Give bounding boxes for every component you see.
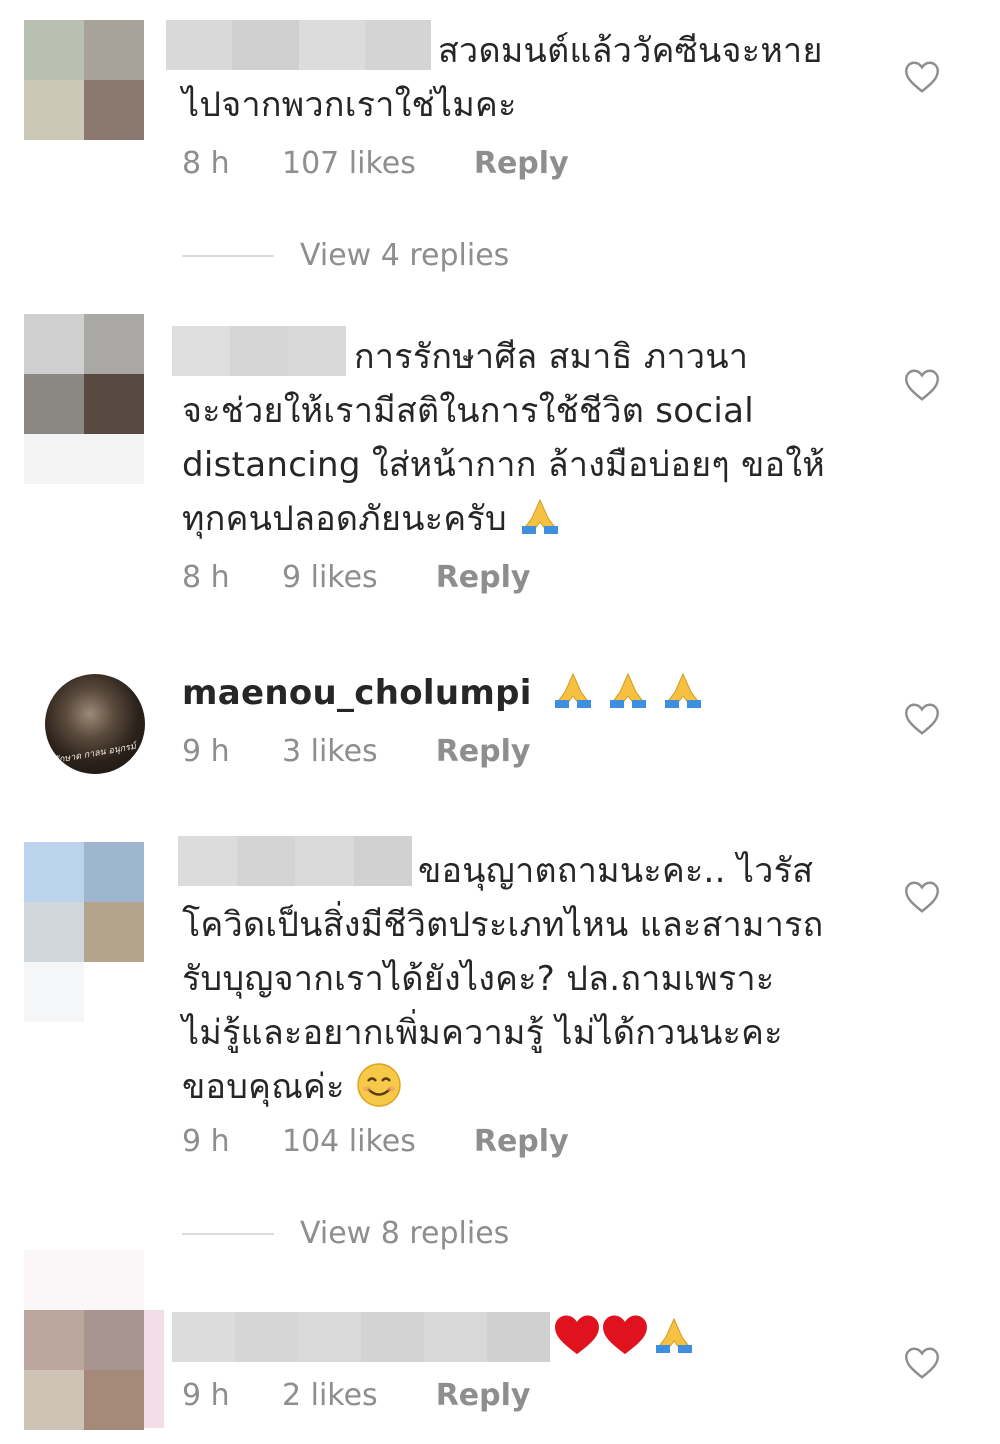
avatar-blurred[interactable]	[24, 1310, 144, 1430]
comment-text: สวดมนต์แล้ววัคซีนจะหาย ไปจากพวกเราใช่ไมค…	[182, 24, 872, 132]
comment-text: การรักษาศีล สมาธิ ภาวนา จะช่วยให้เรามีสต…	[182, 330, 872, 546]
comment-2: การรักษาศีล สมาธิ ภาวนา จะช่วยให้เรามีสต…	[0, 300, 1000, 640]
comment-age: 8 h	[182, 560, 230, 595]
comment-age: 9 h	[182, 734, 230, 769]
likes-count[interactable]: 3 likes	[282, 734, 378, 769]
heart-icon[interactable]	[904, 702, 940, 736]
reply-button[interactable]: Reply	[436, 734, 531, 769]
avatar-blur-fringe	[144, 1310, 164, 1428]
comment-meta: 9 h 3 likes Reply	[182, 734, 530, 769]
avatar[interactable]: รักษาด กาลน อนุกรม์	[45, 674, 145, 774]
smiling-face-emoji	[357, 1063, 401, 1107]
comment-meta: 9 h 2 likes Reply	[182, 1378, 530, 1413]
likes-count[interactable]: 107 likes	[282, 146, 416, 181]
emoji-group	[551, 672, 705, 713]
avatar-caption: รักษาด กาลน อนุกรม์	[53, 741, 137, 767]
comment-meta: 8 h 9 likes Reply	[182, 560, 530, 595]
avatar-blur-fringe	[24, 434, 144, 484]
avatar-blur-fringe	[24, 962, 84, 1022]
view-replies-button[interactable]: View 8 replies	[182, 1216, 509, 1251]
comment-meta: 9 h 104 likes Reply	[182, 1124, 569, 1159]
replies-divider	[182, 1232, 274, 1235]
comment-text-line: การรักษาศีล สมาธิ ภาวนา	[354, 337, 749, 377]
likes-count[interactable]: 2 likes	[282, 1378, 378, 1413]
comment-4: ขอนุญาตถามนะคะ.. ไวรัส โควิดเป็นสิ่งมีชี…	[0, 830, 1000, 1270]
comment-age: 9 h	[182, 1124, 230, 1159]
view-replies-label: View 8 replies	[300, 1216, 510, 1251]
comment-text: maenou_cholumpi	[182, 666, 872, 720]
comment-age: 8 h	[182, 146, 230, 181]
red-heart-emoji	[555, 1315, 599, 1355]
heart-icon[interactable]	[904, 60, 940, 94]
comment-text-line: ไปจากพวกเราใช่ไมคะ	[182, 85, 517, 125]
likes-count[interactable]: 9 likes	[282, 560, 378, 595]
view-replies-button[interactable]: View 4 replies	[182, 238, 509, 273]
comment-meta: 8 h 107 likes Reply	[182, 146, 569, 181]
view-replies-label: View 4 replies	[300, 238, 510, 273]
heart-icon[interactable]	[904, 1346, 940, 1380]
comment-text-line: ทุกคนปลอดภัยนะครับ	[182, 492, 872, 546]
comment-5: 9 h 2 likes Reply	[0, 1250, 1000, 1444]
comment-text-line: รับบุญจากเราได้ยังไงคะ? ปล.ถามเพราะ	[182, 959, 775, 999]
replies-divider	[182, 254, 274, 257]
reply-button[interactable]: Reply	[436, 560, 531, 595]
red-heart-emoji	[603, 1315, 647, 1355]
heart-icon[interactable]	[904, 880, 940, 914]
comment-text-line: โควิดเป็นสิ่งมีชีวิตประเภทไหน และสามารถ	[182, 905, 824, 945]
comment-text: ขอนุญาตถามนะคะ.. ไวรัส โควิดเป็นสิ่งมีชี…	[182, 844, 872, 1114]
username-redacted[interactable]	[172, 1312, 550, 1362]
folded-hands-emoji	[665, 672, 702, 708]
comment-text-line: สวดมนต์แล้ววัคซีนจะหาย	[438, 31, 823, 71]
avatar-blurred[interactable]	[24, 314, 144, 434]
comment-text-line: distancing ใส่หน้ากาก ล้างมือบ่อยๆ ขอให้	[182, 445, 825, 485]
comment-text-line: จะช่วยให้เรามีสติในการใช้ชีวิต social	[182, 391, 754, 431]
folded-hands-emoji	[521, 498, 558, 534]
username[interactable]: maenou_cholumpi	[182, 673, 532, 713]
avatar-blur-fringe	[24, 1250, 144, 1310]
reply-button[interactable]: Reply	[474, 146, 569, 181]
comment-1: สวดมนต์แล้ววัคซีนจะหาย ไปจากพวกเราใช่ไมค…	[0, 0, 1000, 300]
comment-text-line-part: ทุกคนปลอดภัยนะครับ	[182, 499, 507, 539]
folded-hands-emoji	[554, 672, 591, 708]
reply-button[interactable]: Reply	[474, 1124, 569, 1159]
emoji-group	[554, 1314, 696, 1356]
reply-button[interactable]: Reply	[436, 1378, 531, 1413]
comment-text-line: ขอบคุณค่ะ	[182, 1060, 872, 1114]
folded-hands-emoji	[656, 1317, 692, 1353]
avatar-blurred[interactable]	[24, 842, 144, 962]
likes-count[interactable]: 104 likes	[282, 1124, 416, 1159]
heart-icon[interactable]	[904, 368, 940, 402]
comment-3: รักษาด กาลน อนุกรม์ maenou_cholumpi 9 h …	[0, 660, 1000, 820]
comment-age: 9 h	[182, 1378, 230, 1413]
avatar-blurred[interactable]	[24, 20, 144, 140]
comment-text-line: ขอนุญาตถามนะคะ.. ไวรัส	[418, 851, 814, 891]
comment-text-line: ไม่รู้และอยากเพิ่มความรู้ ไม่ได้กวนนะคะ	[182, 1013, 783, 1053]
folded-hands-emoji	[609, 672, 646, 708]
comment-text-line-part: ขอบคุณค่ะ	[182, 1067, 345, 1107]
